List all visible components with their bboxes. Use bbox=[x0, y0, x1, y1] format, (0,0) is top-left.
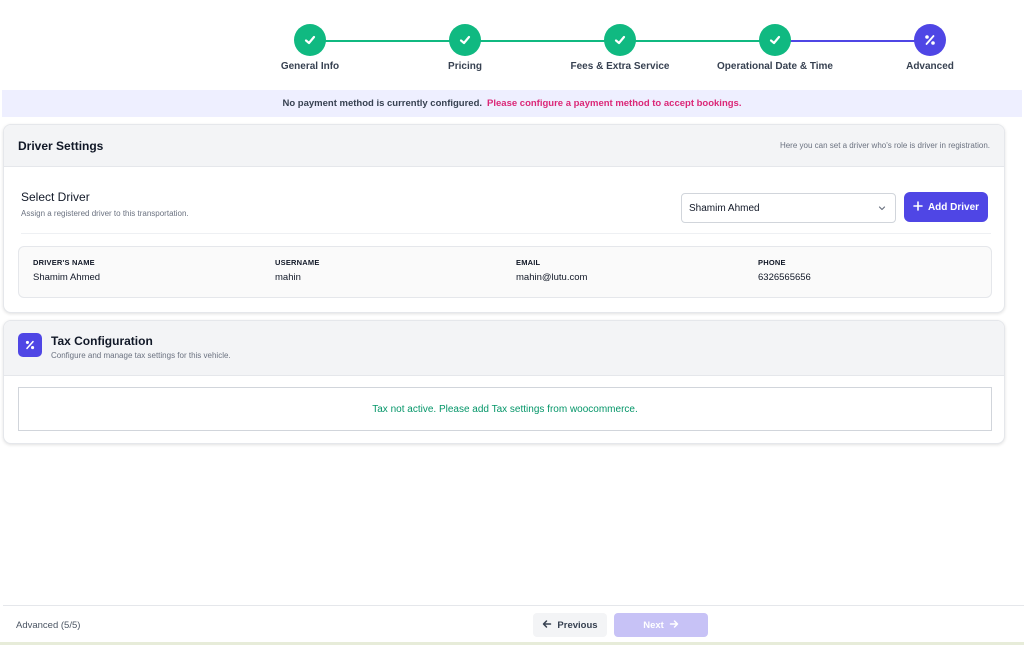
step-status: Advanced (5/5) bbox=[16, 620, 81, 631]
notice-link[interactable]: Please configure a payment method to acc… bbox=[487, 98, 741, 109]
progress-stepper: General Info Pricing Fees & Extra Servic… bbox=[0, 0, 1024, 90]
add-driver-label: Add Driver bbox=[927, 201, 980, 213]
driver-settings-card: Driver Settings Here you can set a drive… bbox=[3, 124, 1005, 313]
step-pricing[interactable]: Pricing bbox=[385, 24, 545, 72]
driver-name-column: DRIVER'S NAME Shamim Ahmed bbox=[33, 258, 100, 283]
tax-configuration-header: Tax Configuration Configure and manage t… bbox=[4, 321, 1004, 376]
column-header: USERNAME bbox=[275, 258, 320, 267]
tax-configuration-subtitle: Configure and manage tax settings for th… bbox=[51, 351, 231, 360]
email-column: EMAIL mahin@lutu.com bbox=[516, 258, 587, 283]
column-header: DRIVER'S NAME bbox=[33, 258, 95, 267]
arrow-left-icon bbox=[542, 619, 552, 632]
percent-icon bbox=[18, 333, 42, 357]
driver-select-value: Shamim Ahmed bbox=[689, 202, 760, 214]
step-label: Advanced bbox=[906, 61, 954, 72]
step-fees-extra-service[interactable]: Fees & Extra Service bbox=[540, 24, 700, 72]
column-value: 6326565656 bbox=[758, 272, 811, 283]
column-header: PHONE bbox=[758, 258, 786, 267]
column-value: mahin bbox=[275, 272, 301, 283]
phone-column: PHONE 6326565656 bbox=[758, 258, 811, 283]
check-icon bbox=[604, 24, 636, 56]
column-header: EMAIL bbox=[516, 258, 541, 267]
check-icon bbox=[449, 24, 481, 56]
next-button[interactable]: Next bbox=[614, 613, 708, 637]
form-footer: Advanced (5/5) Previous Next bbox=[3, 605, 1024, 642]
step-label: Pricing bbox=[448, 61, 482, 72]
step-operational-date-time[interactable]: Operational Date & Time bbox=[695, 24, 855, 72]
previous-label: Previous bbox=[557, 619, 598, 631]
add-driver-button[interactable]: Add Driver bbox=[904, 192, 988, 222]
payment-notice: No payment method is currently configure… bbox=[2, 90, 1022, 117]
select-driver-subtitle: Assign a registered driver to this trans… bbox=[21, 209, 189, 218]
tax-configuration-title: Tax Configuration bbox=[51, 334, 153, 348]
driver-settings-title: Driver Settings bbox=[18, 139, 104, 153]
chevron-down-icon bbox=[877, 203, 887, 216]
step-advanced[interactable]: Advanced bbox=[850, 24, 1010, 72]
check-icon bbox=[294, 24, 326, 56]
driver-select[interactable]: Shamim Ahmed bbox=[681, 193, 896, 223]
plus-icon bbox=[913, 200, 923, 214]
previous-button[interactable]: Previous bbox=[533, 613, 607, 637]
column-value: mahin@lutu.com bbox=[516, 272, 588, 283]
column-value: Shamim Ahmed bbox=[33, 272, 101, 283]
select-driver-title: Select Driver bbox=[21, 190, 90, 204]
notice-message: No payment method is currently configure… bbox=[282, 98, 483, 109]
percent-icon bbox=[914, 24, 946, 56]
step-general-info[interactable]: General Info bbox=[230, 24, 390, 72]
step-label: General Info bbox=[280, 61, 340, 72]
arrow-right-icon bbox=[669, 619, 679, 632]
driver-settings-hint: Here you can set a driver who's role is … bbox=[779, 141, 990, 150]
step-label: Operational Date & Time bbox=[717, 61, 833, 72]
check-icon bbox=[759, 24, 791, 56]
tax-status-message: Tax not active. Please add Tax settings … bbox=[18, 387, 992, 431]
tax-configuration-card: Tax Configuration Configure and manage t… bbox=[3, 320, 1005, 444]
driver-info-table: DRIVER'S NAME Shamim Ahmed USERNAME mahi… bbox=[18, 246, 992, 298]
step-label: Fees & Extra Service bbox=[570, 61, 670, 72]
username-column: USERNAME mahin bbox=[275, 258, 320, 283]
divider bbox=[21, 233, 991, 234]
next-label: Next bbox=[643, 619, 664, 631]
driver-settings-header: Driver Settings Here you can set a drive… bbox=[4, 125, 1004, 167]
